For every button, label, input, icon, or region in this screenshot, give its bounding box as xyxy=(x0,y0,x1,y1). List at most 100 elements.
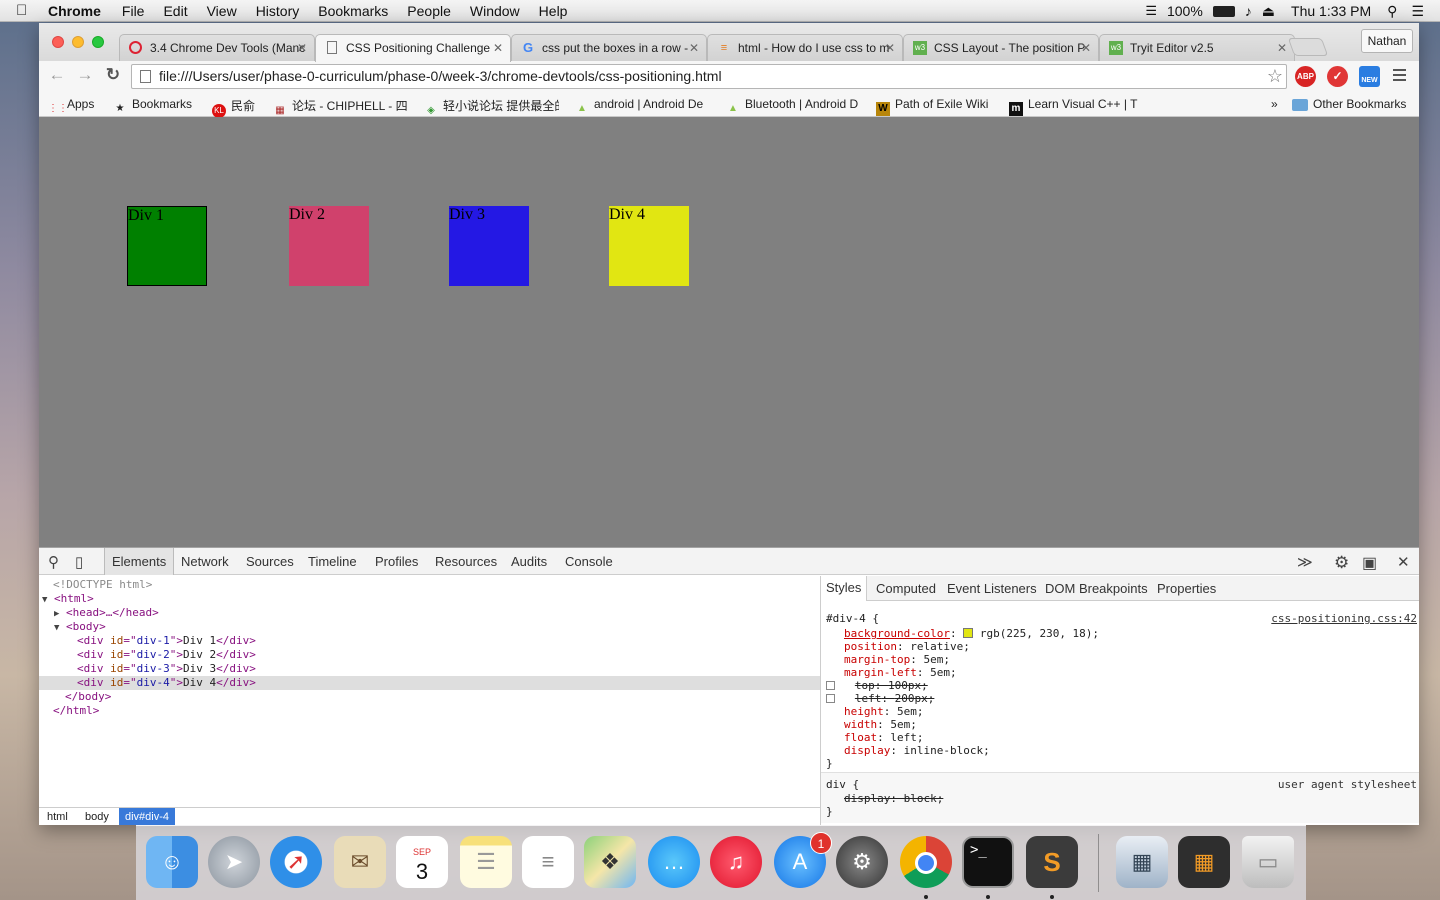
tab-resources[interactable]: Resources xyxy=(435,554,497,569)
tab-styles[interactable]: Styles xyxy=(821,576,868,601)
decl-margin-left[interactable]: margin-left: 5em; xyxy=(844,666,957,679)
reload-icon[interactable]: ↻ xyxy=(103,65,123,85)
div-3-box[interactable]: Div 3 xyxy=(449,206,529,286)
ua-decl-display[interactable]: display: block; xyxy=(844,792,943,805)
new-tab-button[interactable] xyxy=(1287,38,1329,56)
menu-file[interactable]: File xyxy=(122,3,145,19)
tab-chrome-dev-tools[interactable]: 3.4 Chrome Dev Tools (Manc ✕ xyxy=(119,34,315,61)
rule-selector[interactable]: #div-4 { xyxy=(826,612,879,625)
expand-triangle-icon[interactable]: ▼ xyxy=(54,623,59,633)
ua-rule-selector[interactable]: div { xyxy=(826,778,859,791)
dom-doctype[interactable]: <!DOCTYPE html> xyxy=(39,578,820,592)
address-bar[interactable]: file:///Users/user/phase-0-curriculum/ph… xyxy=(131,64,1287,89)
decl-width[interactable]: width: 5em; xyxy=(844,718,917,731)
dock-side-icon[interactable]: ▣ xyxy=(1362,553,1377,573)
bookmark-poe-wiki[interactable]: W Path of Exile Wiki xyxy=(876,97,1001,116)
close-tab-icon[interactable]: ✕ xyxy=(689,35,699,61)
wifi-icon[interactable]: ☰ xyxy=(1145,3,1157,19)
tab-w3schools-position[interactable]: w3 CSS Layout - The position P ✕ xyxy=(903,34,1099,61)
breadcrumb-div-4[interactable]: div#div-4 xyxy=(119,808,176,825)
div-4-box[interactable]: Div 4 xyxy=(609,206,689,286)
downloads-icon[interactable]: ▦ xyxy=(1178,836,1230,888)
tab-properties[interactable]: Properties xyxy=(1157,581,1216,596)
chrome-menu-icon[interactable] xyxy=(1393,69,1406,81)
notification-center-icon[interactable]: ☰ xyxy=(1411,3,1424,20)
property-checkbox[interactable] xyxy=(826,694,835,703)
finder-icon[interactable]: ☺ xyxy=(146,836,198,888)
tab-profiles[interactable]: Profiles xyxy=(375,554,418,569)
tab-elements[interactable]: Elements xyxy=(104,548,175,575)
decl-display[interactable]: display: inline-block; xyxy=(844,744,990,757)
dom-html[interactable]: ▼ <html> xyxy=(39,592,820,606)
chrome-icon[interactable] xyxy=(900,836,952,888)
expand-triangle-icon[interactable]: ▼ xyxy=(42,595,47,605)
notes-icon[interactable]: ☰ xyxy=(460,836,512,888)
menu-window[interactable]: Window xyxy=(470,3,520,19)
trash-icon[interactable]: ▭ xyxy=(1242,836,1294,888)
menu-bookmarks[interactable]: Bookmarks xyxy=(318,3,388,19)
mail-icon[interactable]: ✉ xyxy=(334,836,386,888)
dom-div-3[interactable]: <div id="div-3">Div 3</div> xyxy=(39,662,820,676)
system-preferences-icon[interactable]: ⚙ xyxy=(836,836,888,888)
terminal-icon[interactable]: >_ xyxy=(962,836,1014,888)
color-swatch[interactable] xyxy=(963,628,974,638)
volume-icon[interactable]: ♪ xyxy=(1245,3,1252,19)
tab-computed[interactable]: Computed xyxy=(876,581,936,596)
decl-top-disabled[interactable]: top: 100px; xyxy=(826,679,928,692)
tab-stackoverflow[interactable]: ≡ html - How do I use css to m ✕ xyxy=(707,34,903,61)
bookmark-bookmarks[interactable]: ★ Bookmarks xyxy=(113,97,203,116)
profile-button[interactable]: Nathan xyxy=(1361,29,1413,53)
tab-timeline[interactable]: Timeline xyxy=(308,554,357,569)
property-checkbox[interactable] xyxy=(826,681,835,690)
device-mode-icon[interactable]: ▯ xyxy=(75,553,83,571)
bookmark-star-icon[interactable]: ☆ xyxy=(1267,65,1283,88)
dom-body[interactable]: ▼ <body> xyxy=(39,620,820,634)
close-devtools-icon[interactable]: ✕ xyxy=(1397,553,1410,571)
dom-head[interactable]: ▶ <head>…</head> xyxy=(39,606,820,620)
collapsed-triangle-icon[interactable]: ▶ xyxy=(54,609,59,619)
decl-height[interactable]: height: 5em; xyxy=(844,705,924,718)
spotlight-search-icon[interactable]: ⚲ xyxy=(1387,3,1397,20)
close-tab-icon[interactable]: ✕ xyxy=(1081,35,1091,61)
breadcrumb-body[interactable]: body xyxy=(79,808,115,825)
apple-icon[interactable]:  xyxy=(16,2,36,19)
div-1-box[interactable]: Div 1 xyxy=(127,206,207,286)
close-window-button[interactable] xyxy=(52,36,64,48)
decl-left-disabled[interactable]: left: 200px; xyxy=(826,692,934,705)
tab-dom-breakpoints[interactable]: DOM Breakpoints xyxy=(1045,581,1148,596)
sublime-text-icon[interactable]: S xyxy=(1026,836,1078,888)
other-bookmarks[interactable]: Other Bookmarks xyxy=(1292,97,1406,111)
inspect-search-icon[interactable]: ⚲ xyxy=(48,553,59,571)
itunes-icon[interactable]: ♫ xyxy=(710,836,762,888)
maps-icon[interactable]: ❖ xyxy=(584,836,636,888)
back-arrow-icon[interactable]: ← xyxy=(47,65,67,85)
dom-div-1[interactable]: <div id="div-1">Div 1</div> xyxy=(39,634,820,648)
tab-network[interactable]: Network xyxy=(181,554,229,569)
new-extension-icon[interactable]: NEW xyxy=(1359,66,1380,87)
dom-div-4-selected[interactable]: <div id="div-4">Div 4</div> xyxy=(39,676,820,690)
close-tab-icon[interactable]: ✕ xyxy=(885,35,895,61)
adblock-plus-icon[interactable]: ABP xyxy=(1295,66,1316,87)
dom-body-close[interactable]: </body> xyxy=(39,690,820,704)
close-tab-icon[interactable]: ✕ xyxy=(1277,35,1287,61)
dom-div-2[interactable]: <div id="div-2">Div 2</div> xyxy=(39,648,820,662)
zoom-window-button[interactable] xyxy=(92,36,104,48)
tab-css-positioning-challenge[interactable]: CSS Positioning Challenge ✕ xyxy=(315,34,511,62)
decl-position[interactable]: position: relative; xyxy=(844,640,970,653)
calendar-icon[interactable]: SEP 3 xyxy=(396,836,448,888)
battery-percent[interactable]: 100% xyxy=(1167,3,1203,19)
bookmark-bluetooth[interactable]: ▲ Bluetooth | Android D xyxy=(726,97,862,116)
reminders-icon[interactable]: ≡ xyxy=(522,836,574,888)
close-tab-icon[interactable]: ✕ xyxy=(297,35,307,61)
menu-view[interactable]: View xyxy=(207,3,237,19)
bookmark-learn-cpp[interactable]: m Learn Visual C++ | T xyxy=(1009,97,1141,116)
close-tab-icon[interactable]: ✕ xyxy=(493,35,503,61)
tab-audits[interactable]: Audits xyxy=(511,554,547,569)
clock[interactable]: Thu 1:33 PM xyxy=(1291,3,1371,19)
bookmarks-overflow-chevron[interactable]: » xyxy=(1271,97,1278,111)
bookmark-chiphell[interactable]: ▦ 论坛 - CHIPHELL - 四 xyxy=(273,97,409,118)
tab-console[interactable]: Console xyxy=(565,554,613,569)
div-2-box[interactable]: Div 2 xyxy=(289,206,369,286)
rule-source-link[interactable]: css-positioning.css:42 xyxy=(1271,612,1417,625)
breadcrumb-html[interactable]: html xyxy=(41,808,74,825)
